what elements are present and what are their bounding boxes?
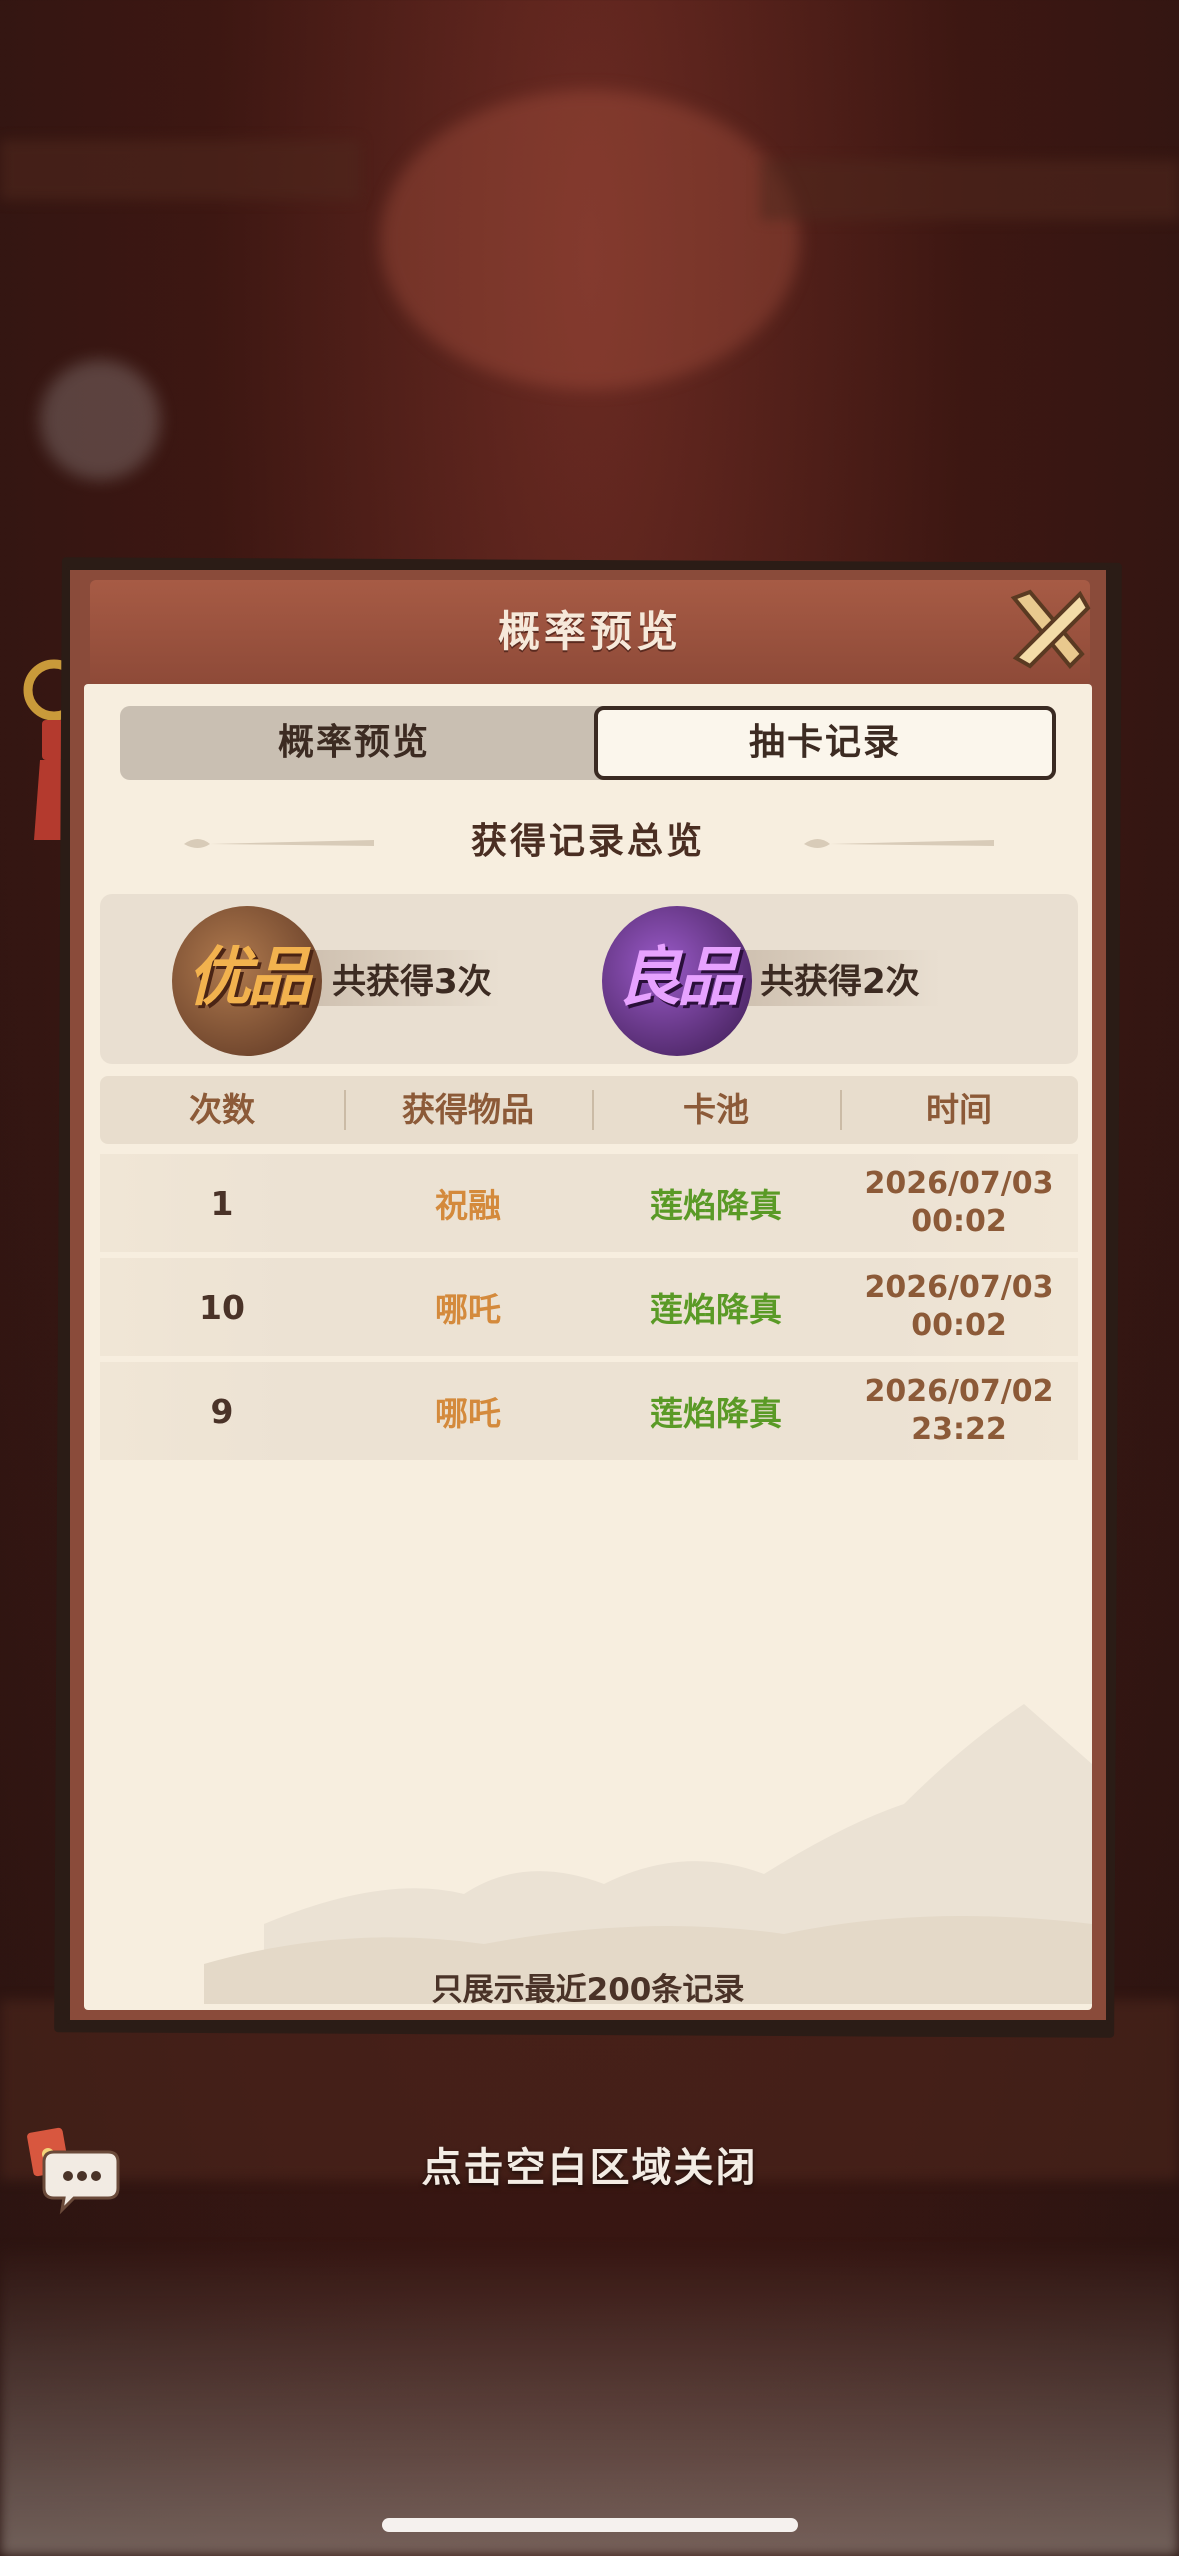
row-count: 9	[210, 1391, 234, 1431]
panel-header: 概率预览	[90, 580, 1090, 684]
table-row: 10 哪吒 莲焰降真 2026/07/03 00:02	[100, 1258, 1078, 1356]
grade-count-excellent: 共获得3次	[332, 962, 492, 1002]
row-time: 2026/07/03 00:02	[864, 1166, 1054, 1239]
row-count: 1	[210, 1183, 234, 1223]
col-header-time: 时间	[926, 1090, 992, 1129]
row-count: 10	[199, 1287, 245, 1327]
row-time: 2026/07/02 23:22	[864, 1374, 1054, 1447]
col-header-count: 次数	[189, 1090, 255, 1129]
grade-summary: 优品 共获得3次 良品 共获得2次	[100, 894, 1078, 1064]
tab-probability-preview[interactable]: 概率预览	[120, 706, 588, 780]
tab-bar: 概率预览 抽卡记录	[120, 706, 1056, 780]
col-header-pool: 卡池	[683, 1090, 749, 1129]
panel-title: 概率预览	[497, 607, 682, 656]
tab-draw-record[interactable]: 抽卡记录	[594, 706, 1056, 780]
grade-badge-good: 良品	[602, 906, 752, 1056]
grade-count-good: 共获得2次	[760, 962, 920, 1002]
home-indicator[interactable]	[382, 2518, 798, 2532]
grade-badge-excellent: 优品	[172, 906, 322, 1056]
row-time: 2026/07/03 00:02	[864, 1270, 1054, 1343]
col-header-item: 获得物品	[402, 1090, 534, 1129]
row-item: 祝融	[435, 1186, 501, 1225]
table-row: 1 祝融 莲焰降真 2026/07/03 00:02	[100, 1154, 1078, 1252]
row-pool: 莲焰降真	[650, 1186, 782, 1225]
ink-mountains-decoration	[204, 1704, 1092, 2004]
row-item: 哪吒	[435, 1290, 501, 1329]
gacha-record-panel: 概率预览 概率预览 抽卡记录 获得记录总览 优品 共获得3次 良品 共获得2次 …	[66, 566, 1110, 2024]
tap-blank-to-close-hint[interactable]: 点击空白区域关闭	[0, 2135, 1179, 2193]
row-pool: 莲焰降真	[650, 1290, 782, 1329]
close-icon[interactable]	[1000, 580, 1096, 676]
panel-body: 概率预览 抽卡记录 获得记录总览 优品 共获得3次 良品 共获得2次 次数 获得…	[84, 684, 1092, 2010]
record-table-header: 次数 获得物品 卡池 时间	[100, 1076, 1078, 1144]
table-row: 9 哪吒 莲焰降真 2026/07/02 23:22	[100, 1362, 1078, 1460]
row-pool: 莲焰降真	[650, 1394, 782, 1433]
record-limit-note: 只展示最近200条记录	[431, 1972, 745, 2008]
cloud-divider-right	[804, 839, 994, 848]
row-item: 哪吒	[435, 1394, 501, 1433]
